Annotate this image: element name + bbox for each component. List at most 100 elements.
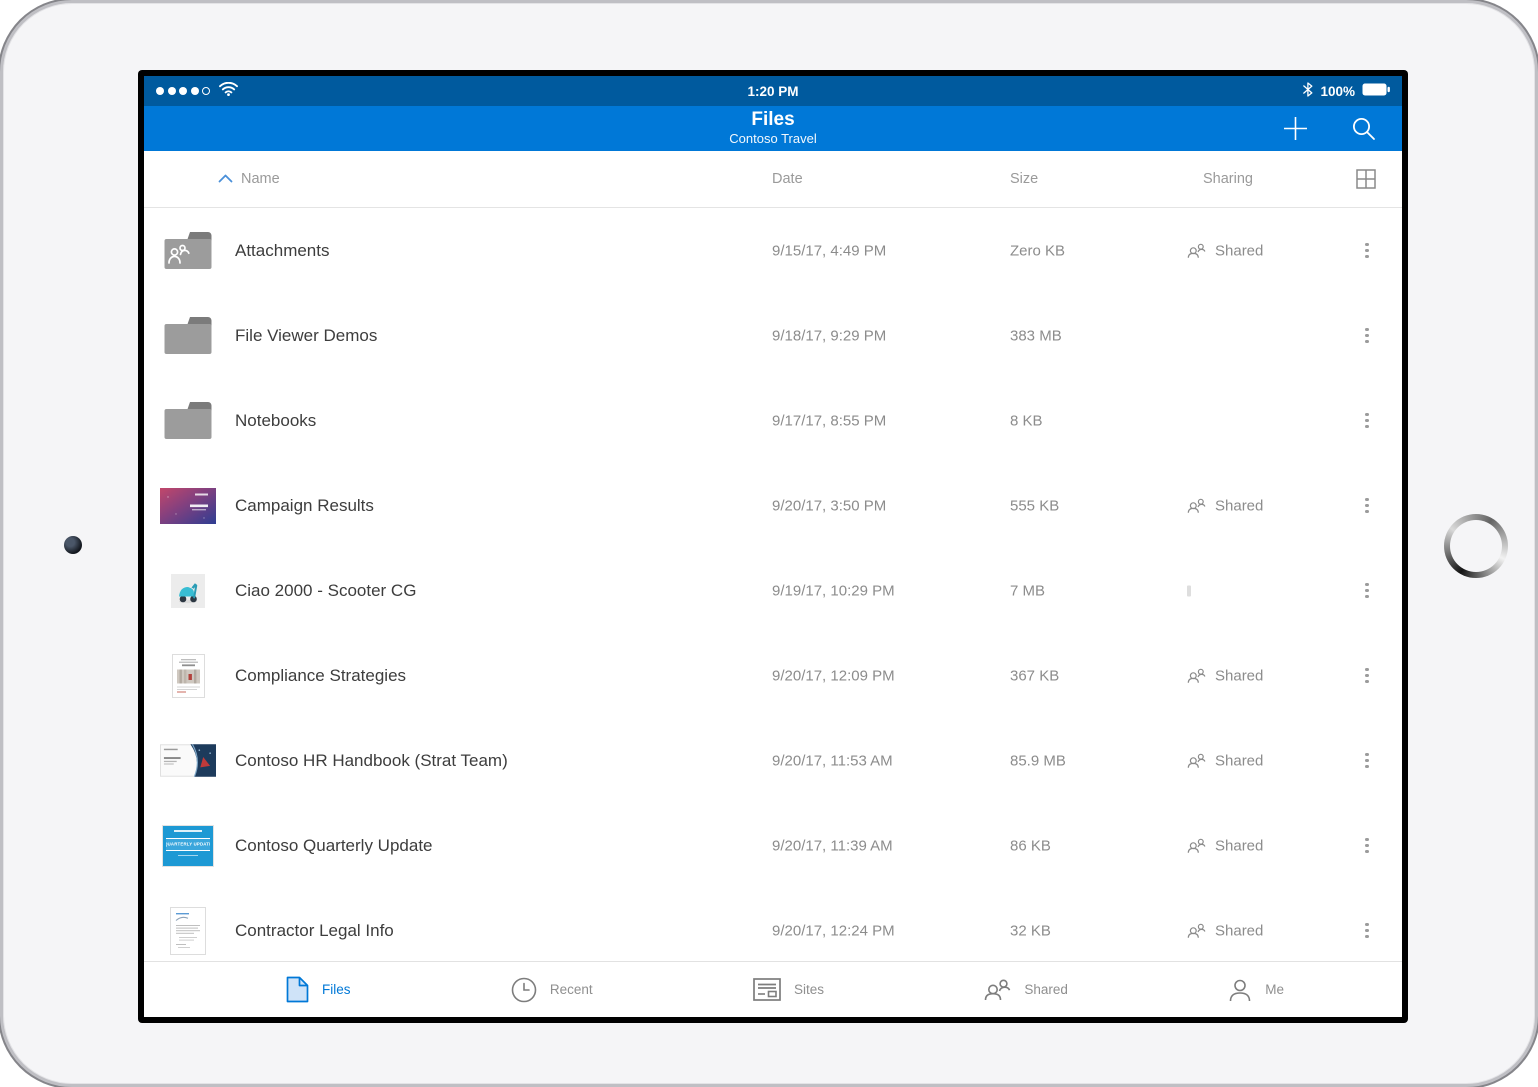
sites-icon	[753, 978, 781, 1001]
file-row[interactable]: Contractor Legal Info 9/20/17, 12:24 PM …	[144, 888, 1402, 961]
file-date: 9/20/17, 12:09 PM	[772, 667, 895, 684]
tab-bar: Files Recent Sites Shared Me	[144, 961, 1402, 1017]
document-thumbnail	[160, 744, 216, 777]
file-thumbnail	[160, 223, 216, 279]
thumbnail-title-text: QUARTERLY UPDATE	[166, 842, 210, 847]
file-icon	[286, 976, 309, 1003]
file-row[interactable]: Ciao 2000 - Scooter CG 9/19/17, 10:29 PM…	[144, 548, 1402, 633]
status-bar: 1:20 PM 100%	[144, 76, 1402, 106]
app-content: 1:20 PM 100%	[144, 76, 1402, 1017]
shared-label: Shared	[1215, 667, 1263, 684]
page-title-block: Files Contoso Travel	[144, 108, 1402, 147]
file-size: 383 MB	[1010, 327, 1062, 344]
folder-icon	[162, 316, 214, 356]
file-row[interactable]: Campaign Results 9/20/17, 3:50 PM 555 KB…	[144, 463, 1402, 548]
shared-label: Shared	[1215, 497, 1263, 514]
tab-sites[interactable]: Sites	[753, 978, 824, 1001]
file-date: 9/17/17, 8:55 PM	[772, 412, 886, 429]
nav-bar: Files Contoso Travel	[144, 106, 1402, 151]
tab-label: Sites	[794, 982, 824, 997]
front-camera	[64, 536, 82, 554]
tab-label: Files	[322, 982, 351, 997]
file-row[interactable]: File Viewer Demos 9/18/17, 9:29 PM 383 M…	[144, 293, 1402, 378]
file-size: 85.9 MB	[1010, 752, 1066, 769]
file-sharing-status: Shared	[1187, 667, 1263, 684]
shared-people-icon	[1187, 498, 1206, 514]
row-menu-button[interactable]	[1352, 321, 1382, 351]
row-menu-button[interactable]	[1352, 831, 1382, 861]
shared-label: Shared	[1215, 752, 1263, 769]
file-name: Contractor Legal Info	[235, 921, 394, 941]
column-header-size[interactable]: Size	[1010, 171, 1038, 187]
tab-files[interactable]: Files	[286, 976, 351, 1003]
column-label-name: Name	[241, 171, 280, 187]
file-sharing-status	[1187, 585, 1191, 596]
row-menu-button[interactable]	[1352, 491, 1382, 521]
row-menu-button[interactable]	[1352, 916, 1382, 946]
file-sharing-status: Shared	[1187, 922, 1263, 939]
ipad-bezel: 1:20 PM 100%	[0, 0, 1538, 1087]
list-column-headers: Name Date Size Sharing	[144, 151, 1402, 208]
screenshot-stage: 1:20 PM 100%	[0, 0, 1538, 1087]
column-header-date[interactable]: Date	[772, 171, 803, 187]
nav-actions	[1280, 106, 1378, 151]
file-sharing-status: Shared	[1187, 497, 1263, 514]
document-thumbnail	[172, 654, 205, 698]
tab-recent[interactable]: Recent	[511, 977, 593, 1003]
partial-render-artifact	[1187, 585, 1191, 596]
file-size: 86 KB	[1010, 837, 1051, 854]
folder-icon	[162, 401, 214, 441]
column-header-sharing[interactable]: Sharing	[1203, 171, 1253, 187]
presentation-thumbnail	[160, 488, 216, 524]
shared-folder-icon	[162, 231, 214, 271]
file-row[interactable]: Attachments 9/15/17, 4:49 PM Zero KB Sha…	[144, 208, 1402, 293]
file-thumbnail	[160, 903, 216, 959]
row-menu-button[interactable]	[1352, 406, 1382, 436]
file-size: Zero KB	[1010, 242, 1065, 259]
document-thumbnail	[170, 907, 206, 955]
file-date: 9/20/17, 3:50 PM	[772, 497, 886, 514]
file-date: 9/20/17, 12:24 PM	[772, 922, 895, 939]
shared-label: Shared	[1215, 922, 1263, 939]
file-sharing-status: Shared	[1187, 837, 1263, 854]
page-title: Files	[144, 108, 1402, 131]
battery-icon	[1362, 83, 1390, 99]
shared-label: Shared	[1215, 837, 1263, 854]
people-icon	[984, 978, 1011, 1001]
file-size: 367 KB	[1010, 667, 1059, 684]
tab-label: Me	[1265, 982, 1284, 997]
file-row[interactable]: Contoso HR Handbook (Strat Team) 9/20/17…	[144, 718, 1402, 803]
file-row[interactable]: Compliance Strategies 9/20/17, 12:09 PM …	[144, 633, 1402, 718]
shared-people-icon	[1187, 668, 1206, 684]
row-menu-button[interactable]	[1352, 236, 1382, 266]
column-label-date: Date	[772, 171, 803, 187]
image-thumbnail	[171, 574, 205, 608]
file-name: Contoso HR Handbook (Strat Team)	[235, 751, 508, 771]
row-menu-button[interactable]	[1352, 576, 1382, 606]
file-size: 555 KB	[1010, 497, 1059, 514]
add-button[interactable]	[1280, 114, 1310, 144]
shared-people-icon	[1187, 838, 1206, 854]
file-list: Attachments 9/15/17, 4:49 PM Zero KB Sha…	[144, 208, 1402, 961]
tab-shared[interactable]: Shared	[984, 978, 1068, 1001]
file-row[interactable]: QUARTERLY UPDATE Contoso Quarterly Updat…	[144, 803, 1402, 888]
status-right: 100%	[1303, 76, 1390, 106]
row-menu-button[interactable]	[1352, 661, 1382, 691]
sort-by-name-header[interactable]: Name	[218, 171, 280, 187]
file-row[interactable]: Notebooks 9/17/17, 8:55 PM 8 KB	[144, 378, 1402, 463]
row-menu-button[interactable]	[1352, 746, 1382, 776]
file-size: 7 MB	[1010, 582, 1045, 599]
column-label-size: Size	[1010, 171, 1038, 187]
tab-label: Recent	[550, 982, 593, 997]
search-button[interactable]	[1348, 114, 1378, 144]
file-name: Notebooks	[235, 411, 316, 431]
file-sharing-status: Shared	[1187, 242, 1263, 259]
tab-me[interactable]: Me	[1228, 978, 1284, 1002]
presentation-thumbnail: QUARTERLY UPDATE	[163, 826, 213, 866]
file-name: Compliance Strategies	[235, 666, 406, 686]
home-button[interactable]	[1444, 514, 1508, 578]
file-thumbnail	[160, 393, 216, 449]
file-name: Attachments	[235, 241, 330, 261]
grid-view-toggle[interactable]	[1356, 169, 1376, 189]
clock-time: 1:20 PM	[144, 76, 1402, 106]
